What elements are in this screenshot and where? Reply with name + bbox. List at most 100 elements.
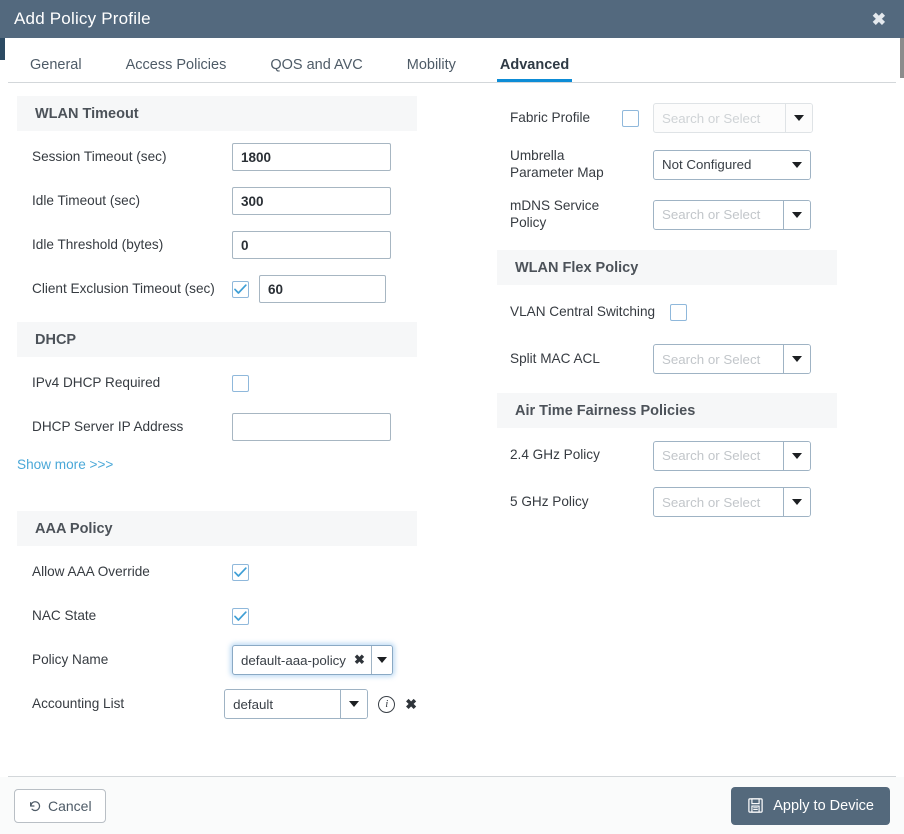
save-icon	[748, 798, 763, 813]
split-mac-acl-placeholder: Search or Select	[662, 351, 761, 367]
cancel-button[interactable]: Cancel	[14, 788, 106, 823]
policy-24ghz-placeholder: Search or Select	[662, 448, 761, 463]
cancel-button-label: Cancel	[48, 797, 92, 814]
tab-qos-and-avc[interactable]: QOS and AVC	[270, 57, 362, 82]
chevron-down-icon	[792, 499, 802, 505]
policy-5ghz-placeholder: Search or Select	[662, 494, 761, 510]
umbrella-parameter-map-label: Umbrella Parameter Map	[510, 147, 604, 180]
right-column: Fabric Profile Search or Select Umbrella…	[497, 96, 837, 525]
nac-state-checkbox-wrap	[232, 607, 259, 625]
policy-name-select[interactable]: default-aaa-policy ✖	[232, 645, 393, 675]
accounting-list-select[interactable]: default	[224, 689, 369, 719]
client-exclusion-timeout-label: Client Exclusion Timeout (sec)	[32, 280, 215, 296]
fabric-profile-dropdown-arrow[interactable]	[785, 104, 812, 132]
check-icon	[234, 566, 247, 577]
idle-timeout-input[interactable]	[232, 187, 391, 215]
client-exclusion-timeout-input[interactable]	[259, 275, 386, 303]
session-timeout-label: Session Timeout (sec)	[32, 148, 167, 164]
section-header-wlan-flex-policy: WLAN Flex Policy	[497, 250, 837, 285]
section-header-dhcp: DHCP	[17, 322, 417, 357]
left-column: WLAN Timeout Session Timeout (sec) Idle …	[17, 96, 417, 726]
ipv4-dhcp-required-checkbox[interactable]	[232, 374, 249, 392]
row-vlan-central-switching: VLAN Central Switching	[497, 289, 837, 336]
chevron-down-icon	[792, 211, 802, 218]
dhcp-server-ip-input[interactable]	[232, 413, 391, 441]
session-timeout-input[interactable]	[232, 143, 391, 171]
row-accounting-list: Accounting List default i ✖	[17, 682, 417, 726]
policy-24ghz-dropdown-arrow[interactable]	[783, 441, 810, 470]
idle-threshold-label: Idle Threshold (bytes)	[32, 236, 164, 252]
row-dhcp-server-ip: DHCP Server IP Address	[17, 405, 417, 449]
policy-24ghz-label: 2.4 GHz Policy	[510, 447, 600, 462]
section-header-air-time-fairness: Air Time Fairness Policies	[497, 393, 837, 428]
dialog-titlebar: Add Policy Profile ✖	[0, 0, 904, 38]
tab-mobility[interactable]: Mobility	[407, 57, 456, 82]
policy-5ghz-select[interactable]: Search or Select	[653, 487, 811, 517]
policy-name-dropdown-arrow[interactable]	[370, 646, 392, 674]
apply-to-device-button[interactable]: Apply to Device	[731, 786, 890, 825]
vlan-central-switching-label: VLAN Central Switching	[510, 304, 656, 319]
umbrella-parameter-map-value: Not Configured	[662, 157, 752, 172]
row-session-timeout: Session Timeout (sec)	[17, 135, 417, 179]
add-policy-profile-dialog: Add Policy Profile ✖ General Access Poli…	[0, 0, 904, 834]
vlan-central-switching-checkbox-wrap	[670, 304, 697, 321]
vlan-central-switching-checkbox[interactable]	[670, 304, 687, 321]
allow-aaa-override-label: Allow AAA Override	[32, 563, 150, 579]
accounting-list-delete-icon[interactable]: ✖	[405, 697, 417, 711]
idle-threshold-input[interactable]	[232, 231, 391, 259]
mdns-dropdown-arrow[interactable]	[783, 200, 810, 229]
fabric-profile-checkbox-wrap	[622, 109, 653, 127]
allow-aaa-override-checkbox[interactable]	[232, 563, 249, 581]
mdns-service-policy-placeholder: Search or Select	[662, 207, 761, 222]
accounting-list-value: default	[233, 696, 274, 712]
chevron-down-icon	[349, 701, 360, 707]
show-more-link[interactable]: Show more >>>	[17, 457, 113, 472]
chevron-down-icon	[792, 452, 802, 459]
client-exclusion-checkbox-wrap	[232, 280, 259, 298]
accounting-list-dropdown-arrow[interactable]	[340, 690, 368, 718]
row-fabric-profile: Fabric Profile Search or Select	[497, 96, 837, 140]
row-mdns-service-policy: mDNS Service Policy Search or Select	[497, 189, 837, 240]
close-icon[interactable]: ✖	[868, 9, 890, 30]
row-allow-aaa-override: Allow AAA Override	[17, 550, 417, 594]
tab-advanced[interactable]: Advanced	[496, 57, 573, 82]
row-5ghz-policy: 5 GHz Policy Search or Select	[497, 479, 837, 525]
fabric-profile-select[interactable]: Search or Select	[653, 103, 813, 133]
row-idle-timeout: Idle Timeout (sec)	[17, 179, 417, 223]
idle-timeout-label: Idle Timeout (sec)	[32, 192, 141, 208]
umbrella-dropdown-arrow[interactable]	[783, 150, 810, 179]
policy-5ghz-label: 5 GHz Policy	[510, 493, 589, 509]
chevron-down-icon	[376, 657, 387, 663]
nac-state-checkbox[interactable]	[232, 607, 249, 625]
info-icon[interactable]: i	[378, 695, 396, 713]
client-exclusion-checkbox[interactable]	[232, 280, 249, 298]
row-umbrella-parameter-map: Umbrella Parameter Map Not Configured	[497, 140, 837, 189]
chevron-down-icon	[792, 356, 802, 362]
dhcp-server-ip-label: DHCP Server IP Address	[32, 418, 184, 434]
accounting-list-label: Accounting List	[32, 695, 125, 711]
policy-24ghz-select[interactable]: Search or Select	[653, 440, 811, 471]
check-icon	[234, 610, 247, 621]
policy-name-value: default-aaa-policy	[241, 652, 346, 668]
row-idle-threshold: Idle Threshold (bytes)	[17, 223, 417, 267]
tab-access-policies[interactable]: Access Policies	[126, 57, 227, 82]
row-nac-state: NAC State	[17, 594, 417, 638]
section-header-wlan-timeout: WLAN Timeout	[17, 96, 417, 131]
split-mac-acl-select[interactable]: Search or Select	[653, 344, 811, 374]
policy-name-label: Policy Name	[32, 651, 109, 667]
chevron-down-icon	[794, 115, 804, 121]
section-header-aaa-policy: AAA Policy	[17, 511, 417, 546]
policy-5ghz-dropdown-arrow[interactable]	[783, 488, 810, 516]
fabric-profile-label: Fabric Profile	[510, 109, 591, 125]
umbrella-parameter-map-select[interactable]: Not Configured	[653, 149, 811, 180]
split-mac-acl-label: Split MAC ACL	[510, 350, 600, 366]
mdns-service-policy-label: mDNS Service Policy	[510, 197, 600, 230]
fabric-profile-checkbox[interactable]	[622, 109, 639, 127]
policy-name-clear-icon[interactable]: ✖	[354, 646, 371, 674]
tab-bar-divider	[8, 82, 896, 83]
mdns-service-policy-select[interactable]: Search or Select	[653, 199, 811, 230]
split-mac-acl-dropdown-arrow[interactable]	[783, 345, 810, 373]
ipv4-dhcp-required-label: IPv4 DHCP Required	[32, 374, 161, 390]
tab-general[interactable]: General	[30, 57, 82, 82]
row-policy-name: Policy Name default-aaa-policy ✖	[17, 638, 417, 682]
